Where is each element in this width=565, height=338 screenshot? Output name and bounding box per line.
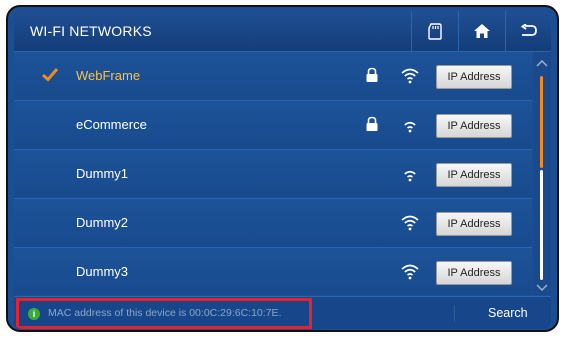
screen: WI-FI NETWORKS WebFrame IP Address eComm… xyxy=(14,11,551,329)
network-row-dummy3[interactable]: Dummy3 IP Address xyxy=(14,248,532,295)
network-ssid: Dummy2 xyxy=(76,215,129,230)
ip-address-button[interactable]: IP Address xyxy=(436,65,512,89)
device-frame: WI-FI NETWORKS WebFrame IP Address eComm… xyxy=(6,5,559,332)
lock-icon xyxy=(366,67,378,82)
wifi-signal-full-icon xyxy=(401,264,419,280)
highlight-box xyxy=(16,298,312,329)
checkmark-icon xyxy=(41,68,59,82)
network-ssid: Dummy1 xyxy=(76,166,129,181)
network-ssid: eCommerce xyxy=(76,117,147,132)
home-button[interactable] xyxy=(458,11,505,51)
ip-address-button[interactable]: IP Address xyxy=(436,163,512,187)
network-ssid: WebFrame xyxy=(76,68,141,83)
search-button[interactable]: Search xyxy=(488,306,528,320)
scrollbar[interactable] xyxy=(533,52,551,295)
scroll-down-icon[interactable] xyxy=(535,283,549,293)
network-row-webframe[interactable]: WebFrame IP Address xyxy=(14,52,532,101)
network-row-ecommerce[interactable]: eCommerce IP Address xyxy=(14,101,532,150)
home-icon xyxy=(474,24,490,38)
footer-divider xyxy=(454,305,455,322)
wifi-signal-medium-icon xyxy=(404,121,416,133)
status-bar: i MAC address of this device is 00:0C:29… xyxy=(14,296,551,329)
scroll-up-icon[interactable] xyxy=(535,58,549,68)
wifi-signal-full-icon xyxy=(401,215,419,231)
ip-address-button[interactable]: IP Address xyxy=(436,261,512,285)
wifi-signal-medium-icon xyxy=(404,170,416,182)
ip-address-button[interactable]: IP Address xyxy=(436,114,512,138)
scroll-track[interactable] xyxy=(540,170,543,280)
network-row-dummy2[interactable]: Dummy2 IP Address xyxy=(14,199,532,248)
ip-address-button[interactable]: IP Address xyxy=(436,212,512,236)
scroll-thumb[interactable] xyxy=(540,76,543,168)
header-bar: WI-FI NETWORKS xyxy=(14,11,551,52)
back-button[interactable] xyxy=(505,11,551,51)
sd-card-icon xyxy=(428,22,442,40)
back-arrow-icon xyxy=(520,24,537,36)
network-ssid: Dummy3 xyxy=(76,264,129,279)
page-title: WI-FI NETWORKS xyxy=(30,23,152,39)
sd-card-button[interactable] xyxy=(411,11,458,51)
wifi-signal-full-icon xyxy=(401,68,419,84)
lock-icon xyxy=(366,116,378,131)
network-list: WebFrame IP Address eCommerce IP Address… xyxy=(14,52,532,295)
network-row-dummy1[interactable]: Dummy1 IP Address xyxy=(14,150,532,199)
